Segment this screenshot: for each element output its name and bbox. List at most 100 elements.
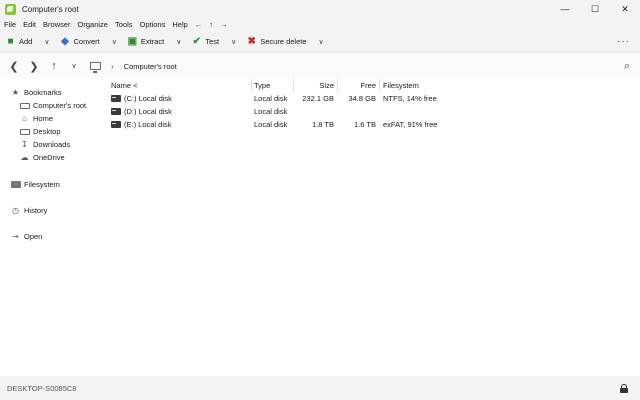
sidebar-item-label: Home — [33, 114, 54, 123]
menu-options[interactable]: Options — [140, 20, 166, 29]
cell-type: Local disk — [254, 120, 288, 129]
sidebar-item-downloads[interactable]: ↧ Downloads — [19, 140, 70, 149]
convert-button[interactable]: ◆ Convert — [59, 36, 100, 47]
breadcrumb[interactable]: Computer's root — [124, 62, 177, 71]
column-separator[interactable] — [337, 79, 338, 92]
file-list: Name < Type Size Free Filesystem (C:) Lo… — [106, 79, 640, 376]
lock-icon[interactable] — [620, 383, 628, 393]
menu-help[interactable]: Help — [172, 20, 187, 29]
toolbar: ■ Add ∨ ◆ Convert ∨ ▣ Extract ∨ ✔ Test ∨… — [0, 31, 640, 53]
menu-forward-icon[interactable]: → — [220, 20, 228, 29]
sidebar-item-onedrive[interactable]: ☁ OneDrive — [19, 153, 65, 162]
test-label: Test — [205, 37, 220, 46]
cell-free: 34.8 GB — [348, 94, 376, 103]
hard-drive-icon — [111, 95, 121, 102]
close-button[interactable]: ✕ — [610, 0, 640, 18]
sidebar-bookmarks-label: Bookmarks — [24, 88, 62, 97]
sidebar-bookmarks[interactable]: ★ Bookmarks — [10, 88, 62, 97]
computer-name: DESKTOP-S0085C8 — [7, 383, 77, 393]
cell-name: (C:) Local disk — [111, 92, 251, 105]
hard-drive-icon — [111, 121, 121, 128]
menu-tools[interactable]: Tools — [115, 20, 133, 29]
window-title: Computer's root — [22, 4, 79, 14]
menu-organize[interactable]: Organize — [78, 20, 108, 29]
extract-button[interactable]: ▣ Extract — [127, 36, 165, 47]
computer-icon — [90, 62, 101, 73]
column-header-free[interactable]: Free — [340, 79, 376, 92]
clock-icon: ◷ — [12, 206, 19, 215]
test-dropdown-icon[interactable]: ∨ — [231, 38, 236, 46]
extract-dropdown-icon[interactable]: ∨ — [176, 38, 181, 46]
extract-label: Extract — [140, 37, 165, 46]
sidebar-item-label: Computer's root — [33, 101, 87, 110]
drive-label: (C:) Local disk — [124, 94, 172, 103]
menu-back-icon[interactable]: ← — [195, 20, 203, 29]
cell-name: (D:) Local disk — [111, 105, 251, 118]
sidebar-item-computers-root[interactable]: Computer's root — [19, 101, 86, 110]
add-button[interactable]: ■ Add — [5, 36, 32, 47]
status-bar: DESKTOP-S0085C8 — [0, 376, 640, 400]
add-dropdown-icon[interactable]: ∨ — [44, 38, 49, 46]
column-header-filesystem[interactable]: Filesystem — [383, 79, 463, 92]
column-separator[interactable] — [293, 79, 294, 92]
cell-free: 1.6 TB — [354, 120, 376, 129]
convert-dropdown-icon[interactable]: ∨ — [112, 38, 117, 46]
sidebar-item-label: Downloads — [33, 140, 71, 149]
cell-free — [340, 105, 376, 118]
sidebar-open[interactable]: ➞ Open — [10, 232, 42, 241]
sidebar-item-desktop[interactable]: Desktop — [19, 127, 61, 136]
sidebar-item-home[interactable]: ⌂ Home — [19, 114, 53, 123]
cloud-icon: ☁ — [20, 153, 29, 162]
forward-icon[interactable]: ❯ — [26, 58, 42, 74]
menu-edit[interactable]: Edit — [23, 20, 36, 29]
cell-filesystem — [383, 105, 473, 118]
window-controls: — ☐ ✕ — [550, 0, 640, 18]
convert-icon: ◆ — [61, 36, 69, 47]
sidebar-history-label: History — [24, 206, 48, 215]
address-bar: ❮ ❯ ↑ ∨ › Computer's root ⌕ — [0, 54, 640, 78]
search-icon[interactable]: ⌕ — [624, 60, 630, 73]
column-header-size[interactable]: Size — [296, 79, 334, 92]
secure-delete-dropdown-icon[interactable]: ∨ — [319, 38, 324, 46]
table-row[interactable]: (D:) Local disk Local disk — [106, 105, 640, 118]
open-arrow-icon: ➞ — [12, 232, 19, 241]
convert-label: Convert — [73, 37, 100, 46]
drive-label: (D:) Local disk — [124, 107, 172, 116]
up-icon[interactable]: ↑ — [46, 58, 62, 74]
history-dropdown-icon[interactable]: ∨ — [66, 58, 82, 74]
title-bar: Computer's root — ☐ ✕ — [0, 0, 640, 18]
column-separator[interactable] — [251, 79, 252, 92]
maximize-button[interactable]: ☐ — [580, 0, 610, 18]
sidebar-filesystem[interactable]: Filesystem — [10, 180, 60, 189]
menu-browser[interactable]: Browser — [43, 20, 71, 29]
cell-size: 232.1 GB — [302, 94, 334, 103]
cell-size — [296, 105, 334, 118]
more-options-icon[interactable]: ··· — [617, 36, 630, 47]
test-button[interactable]: ✔ Test — [191, 36, 219, 47]
drive-label: (E:) Local disk — [124, 120, 172, 129]
table-row[interactable]: (E:) Local disk Local disk 1.8 TB 1.6 TB… — [106, 118, 640, 131]
back-icon[interactable]: ❮ — [6, 58, 22, 74]
cell-name: (E:) Local disk — [111, 118, 251, 131]
app-logo-icon — [5, 3, 16, 15]
menu-file[interactable]: File — [4, 20, 16, 29]
bookmark-star-icon: ★ — [11, 88, 20, 97]
table-row[interactable]: (C:) Local disk Local disk 232.1 GB 34.8… — [106, 92, 640, 105]
hard-drive-icon — [111, 108, 121, 115]
red-x-icon: ✖ — [247, 36, 256, 47]
secure-delete-button[interactable]: ✖ Secure delete — [246, 36, 307, 47]
extract-icon: ▣ — [127, 36, 138, 47]
sidebar-history[interactable]: ◷ History — [10, 206, 47, 215]
download-icon: ↧ — [21, 140, 28, 149]
add-archive-icon: ■ — [7, 36, 14, 47]
column-separator[interactable] — [379, 79, 380, 92]
desktop-icon — [19, 128, 30, 135]
home-icon: ⌂ — [22, 114, 27, 123]
minimize-button[interactable]: — — [550, 0, 580, 18]
menu-up-icon[interactable]: ↑ — [209, 20, 213, 29]
column-header-name[interactable]: Name < — [111, 79, 251, 92]
sidebar-open-label: Open — [24, 232, 43, 241]
column-header-type[interactable]: Type — [254, 79, 294, 92]
cell-type: Local disk — [254, 107, 288, 116]
cell-filesystem: exFAT, 91% free — [383, 120, 438, 129]
